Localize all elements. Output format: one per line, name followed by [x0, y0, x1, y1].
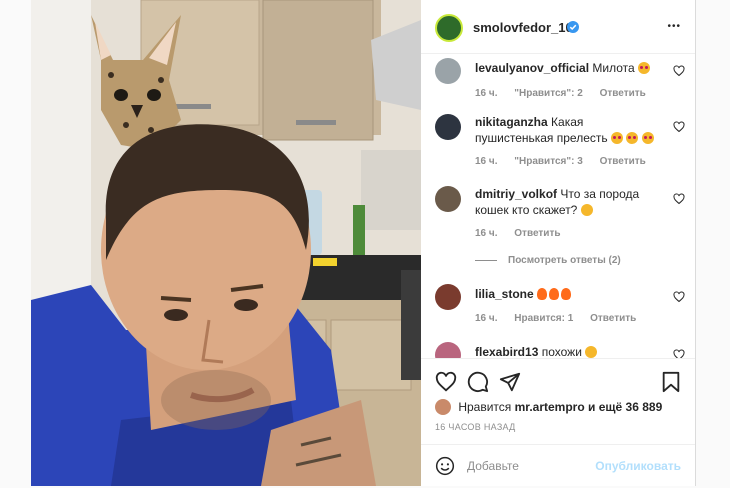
comment-text: Милота	[592, 61, 635, 75]
verified-icon	[567, 21, 579, 33]
comment-username[interactable]: levaulyanov_official	[475, 61, 589, 75]
post-header: smolovfedor_10 •••	[421, 0, 695, 54]
comment-likes[interactable]: "Нравится": 2	[514, 88, 583, 99]
post-timestamp[interactable]: 16 ЧАСОВ НАЗАД	[435, 422, 516, 432]
post-side-panel: smolovfedor_10 ••• levaulyanov_official …	[421, 0, 696, 486]
likes-summary: Нравится mr.artempro и ещё 36 889	[435, 399, 662, 415]
post-photo[interactable]	[31, 0, 421, 486]
reply-button[interactable]: Ответить	[600, 88, 646, 99]
reply-button[interactable]: Ответить	[590, 313, 636, 324]
author-username[interactable]: smolovfedor_10	[473, 20, 573, 35]
comment-likes[interactable]: "Нравится": 3	[514, 156, 583, 167]
heart-eyes-emoji	[610, 132, 623, 144]
fire-emoji	[549, 288, 560, 300]
commenter-avatar[interactable]	[435, 58, 461, 84]
post-actions: Нравится mr.artempro и ещё 36 889 16 ЧАС…	[421, 358, 695, 487]
likes-prefix: Нравится	[458, 400, 512, 414]
comment-time: 16 ч.	[475, 228, 498, 239]
reply-button[interactable]: Ответить	[514, 228, 560, 239]
more-options-button[interactable]: •••	[667, 21, 681, 32]
replies-divider	[475, 260, 497, 261]
comment-like-icon[interactable]	[673, 349, 685, 358]
emoji-icon[interactable]	[435, 456, 455, 476]
comment-username[interactable]: flexabird13	[475, 345, 538, 358]
comment-username[interactable]: nikitaganzha	[475, 115, 548, 129]
likes-count[interactable]: и ещё 36 889	[588, 400, 662, 414]
heart-eyes-emoji	[626, 132, 639, 144]
comment-username[interactable]: lilia_stone	[475, 287, 534, 301]
fire-emoji	[561, 288, 572, 300]
comment-time: 16 ч.	[475, 156, 498, 167]
comments-list[interactable]: levaulyanov_official Милота 16 ч. "Нрави…	[421, 54, 695, 358]
liker-username[interactable]: mr.artempro	[515, 400, 585, 414]
heart-eyes-emoji	[641, 132, 654, 144]
fire-emoji	[537, 288, 548, 300]
author-avatar[interactable]	[435, 14, 463, 42]
thinking-emoji	[580, 204, 593, 216]
commenter-avatar[interactable]	[435, 342, 461, 358]
comment-like-icon[interactable]	[673, 291, 685, 303]
comment-text: похожи	[541, 345, 582, 358]
reply-button[interactable]: Ответить	[600, 156, 646, 167]
post-photo-illustration	[31, 0, 421, 486]
halo-emoji	[585, 346, 598, 358]
publish-button[interactable]: Опубликовать	[595, 459, 681, 473]
commenter-avatar[interactable]	[435, 284, 461, 310]
commenter-avatar[interactable]	[435, 114, 461, 140]
comment-input[interactable]: Добавьте	[467, 459, 519, 473]
comment-time: 16 ч.	[475, 88, 498, 99]
share-icon[interactable]	[499, 371, 521, 393]
view-replies-button[interactable]: Посмотреть ответы (2)	[508, 253, 621, 269]
liker-avatar[interactable]	[435, 399, 451, 415]
comment-icon[interactable]	[467, 371, 489, 393]
bookmark-icon[interactable]	[661, 371, 681, 393]
comment-likes[interactable]: Нравится: 1	[514, 313, 573, 324]
comment-username[interactable]: dmitriy_volkof	[475, 187, 557, 201]
comment-like-icon[interactable]	[673, 193, 685, 205]
commenter-avatar[interactable]	[435, 186, 461, 212]
comment-time: 16 ч.	[475, 313, 498, 324]
heart-eyes-emoji	[638, 62, 651, 74]
comment-like-icon[interactable]	[673, 121, 685, 133]
add-comment-bar: Добавьте Опубликовать	[421, 444, 695, 488]
heart-icon[interactable]	[435, 371, 457, 393]
comment-like-icon[interactable]	[673, 65, 685, 77]
